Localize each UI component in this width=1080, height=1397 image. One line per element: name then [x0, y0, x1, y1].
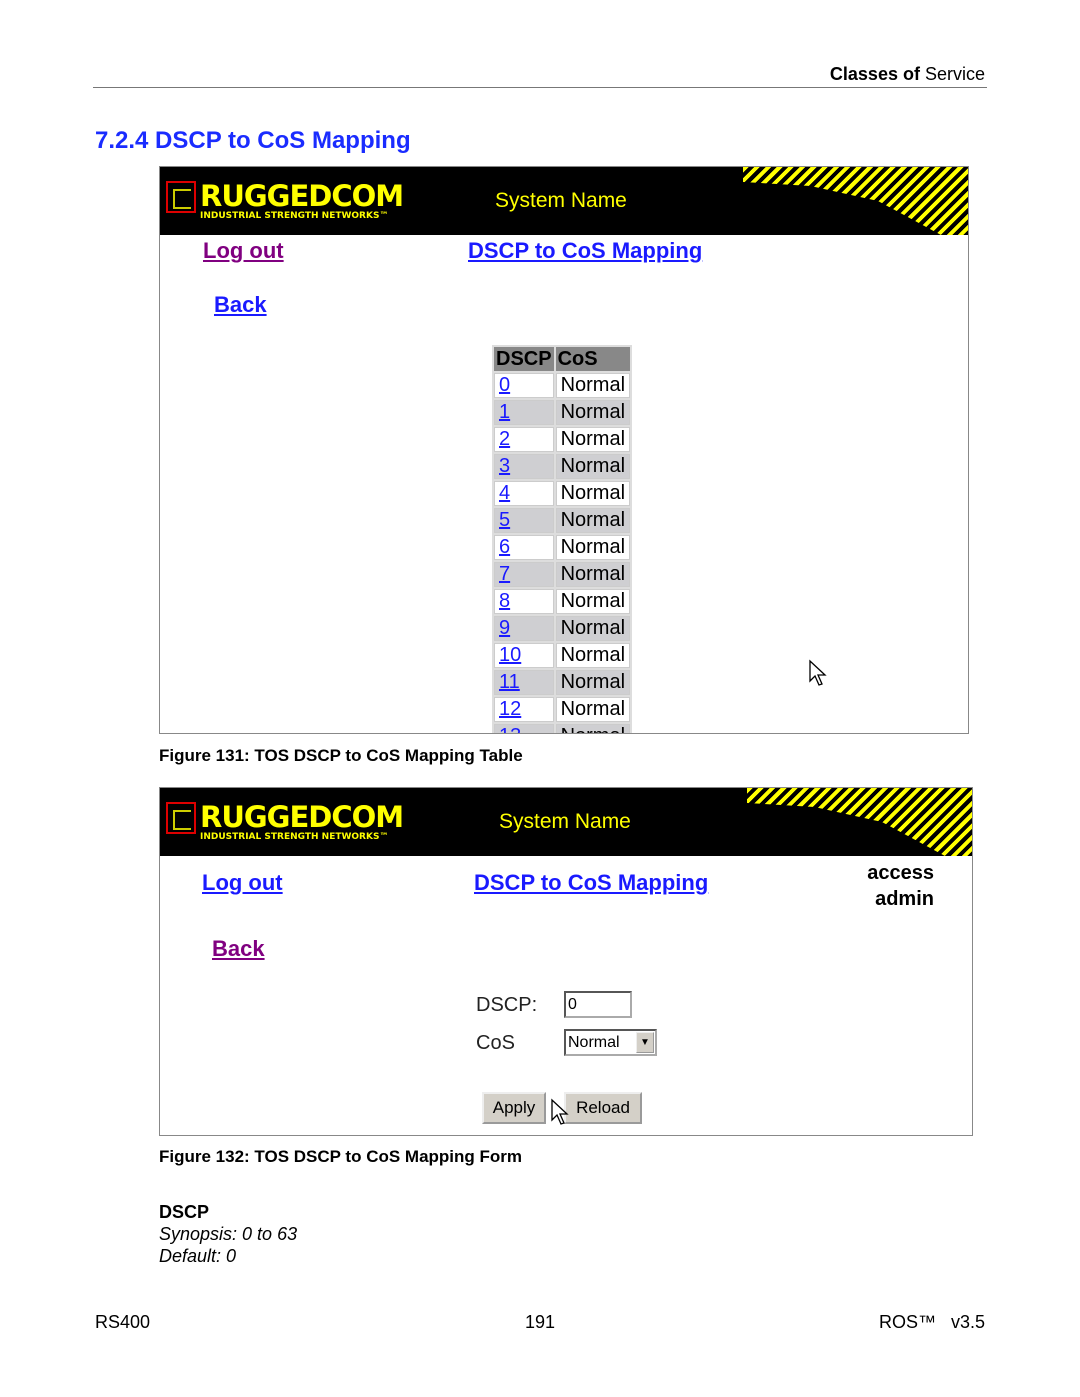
parameter-description: DSCP Synopsis: 0 to 63 Default: 0: [159, 1201, 297, 1267]
dscp-link[interactable]: 1: [499, 401, 510, 423]
dscp-cell: 5: [494, 508, 554, 533]
table-row: 2 Normal: [494, 427, 631, 452]
dscp-link[interactable]: 2: [499, 428, 510, 450]
dscp-input[interactable]: 0: [564, 991, 632, 1018]
footer-version: ROS™ v3.5: [878, 1312, 985, 1332]
system-name: System Name: [495, 189, 627, 212]
dscp-cell: 3: [494, 454, 554, 479]
reload-button[interactable]: Reload: [564, 1092, 642, 1124]
parameter-synopsis: Synopsis: 0 to 63: [159, 1224, 298, 1244]
dscp-cos-table: DSCP CoS 0 Normal 1 Normal 2 Normal 3 Normal 4 Nor…: [492, 345, 633, 733]
dscp-cell: 1: [494, 400, 554, 425]
cos-cell: Normal: [555, 697, 631, 722]
mouse-cursor-icon: [551, 1098, 569, 1125]
table-row: 0 Normal: [494, 373, 631, 398]
cos-select[interactable]: Normal ▼: [564, 1029, 657, 1056]
dscp-cell: 8: [494, 589, 554, 614]
table-row: 1 Normal: [494, 400, 631, 425]
cos-cell: Normal: [555, 400, 631, 425]
parameter-name: DSCP: [159, 1202, 210, 1222]
table-row: 9 Normal: [494, 616, 631, 641]
running-header: Classes of Service: [829, 64, 985, 84]
app-banner: RUGGEDCOM INDUSTRIAL STRENGTH NETWORKS™ S…: [160, 788, 972, 856]
logout-link[interactable]: Log out: [203, 238, 284, 264]
access-info: access admin: [867, 862, 934, 910]
dscp-link[interactable]: 13: [499, 725, 521, 733]
dscp-link[interactable]: 12: [499, 698, 521, 720]
table-row: 7 Normal: [494, 562, 631, 587]
cos-cell: Normal: [555, 670, 631, 695]
section-heading: 7.2.4 DSCP to CoS Mapping: [95, 127, 411, 154]
cos-cell: Normal: [555, 616, 631, 641]
parameter-default: Default: 0: [159, 1246, 237, 1266]
screenshot-mapping-table: RUGGEDCOM INDUSTRIAL STRENGTH NETWORKS™ S…: [159, 166, 969, 734]
dscp-cell: 13: [494, 724, 554, 733]
table-row: 5 Normal: [494, 508, 631, 533]
dscp-cell: 0: [494, 373, 554, 398]
cos-cell: Normal: [555, 562, 631, 587]
table-row: 3 Normal: [494, 454, 631, 479]
app-banner: RUGGEDCOM INDUSTRIAL STRENGTH NETWORKS™ S…: [160, 167, 968, 235]
dscp-cell: 2: [494, 427, 554, 452]
table-row: 11 Normal: [494, 670, 631, 695]
dscp-link[interactable]: 3: [499, 455, 510, 477]
figure-132-caption: Figure 132: TOS DSCP to CoS Mapping Form: [159, 1147, 523, 1166]
cos-cell: Normal: [555, 535, 631, 560]
dscp-cell: 7: [494, 562, 554, 587]
dscp-label: DSCP:: [476, 994, 538, 1016]
column-header-dscp: DSCP: [494, 347, 554, 371]
dscp-link[interactable]: 11: [499, 671, 520, 693]
dscp-cell: 6: [494, 535, 554, 560]
chevron-down-icon[interactable]: ▼: [636, 1032, 654, 1053]
cos-cell: Normal: [555, 373, 631, 398]
screenshot-mapping-form: RUGGEDCOM INDUSTRIAL STRENGTH NETWORKS™ S…: [159, 787, 973, 1136]
header-rule: [93, 87, 987, 88]
apply-button[interactable]: Apply: [482, 1092, 546, 1124]
column-header-cos: CoS: [555, 347, 631, 371]
dscp-cell: 4: [494, 481, 554, 506]
page-title-link[interactable]: DSCP to CoS Mapping: [474, 870, 708, 896]
cos-cell: Normal: [555, 589, 631, 614]
logout-link[interactable]: Log out: [202, 870, 283, 896]
table-row: 13 Normal: [494, 724, 631, 733]
cos-cell: Normal: [555, 643, 631, 668]
page-title-link[interactable]: DSCP to CoS Mapping: [468, 238, 702, 264]
cos-cell: Normal: [555, 481, 631, 506]
dscp-link[interactable]: 0: [499, 374, 510, 396]
cos-cell: Normal: [555, 508, 631, 533]
stripes-decoration: [747, 788, 972, 856]
dscp-cell: 10: [494, 643, 554, 668]
figure-131-caption: Figure 131: TOS DSCP to CoS Mapping Tabl…: [159, 746, 523, 765]
cos-label: CoS: [476, 1032, 515, 1054]
ruggedcom-logo: RUGGEDCOM INDUSTRIAL STRENGTH NETWORKS™: [166, 181, 404, 221]
ruggedcom-logo: RUGGEDCOM INDUSTRIAL STRENGTH NETWORKS™: [166, 802, 404, 842]
system-name: System Name: [499, 810, 631, 833]
dscp-cell: 12: [494, 697, 554, 722]
back-link[interactable]: Back: [212, 936, 265, 962]
mouse-cursor-icon: [809, 659, 827, 686]
dscp-cell: 11: [494, 670, 554, 695]
table-row: 10 Normal: [494, 643, 631, 668]
dscp-link[interactable]: 8: [499, 590, 510, 612]
dscp-cell: 9: [494, 616, 554, 641]
dscp-link[interactable]: 6: [499, 536, 510, 558]
table-row: 6 Normal: [494, 535, 631, 560]
dscp-link[interactable]: 7: [499, 563, 510, 585]
cos-cell: Normal: [555, 454, 631, 479]
table-row: 8 Normal: [494, 589, 631, 614]
dscp-link[interactable]: 5: [499, 509, 510, 531]
dscp-link[interactable]: 4: [499, 482, 510, 504]
dscp-link[interactable]: 9: [499, 617, 510, 639]
cos-cell: Normal: [555, 427, 631, 452]
page-number: 191: [525, 1312, 556, 1332]
back-link[interactable]: Back: [214, 292, 267, 318]
footer-product: RS400: [95, 1312, 151, 1332]
table-row: 4 Normal: [494, 481, 631, 506]
dscp-link[interactable]: 10: [499, 644, 521, 666]
cos-cell: Normal: [555, 724, 631, 733]
stripes-decoration: [743, 167, 968, 235]
table-row: 12 Normal: [494, 697, 631, 722]
